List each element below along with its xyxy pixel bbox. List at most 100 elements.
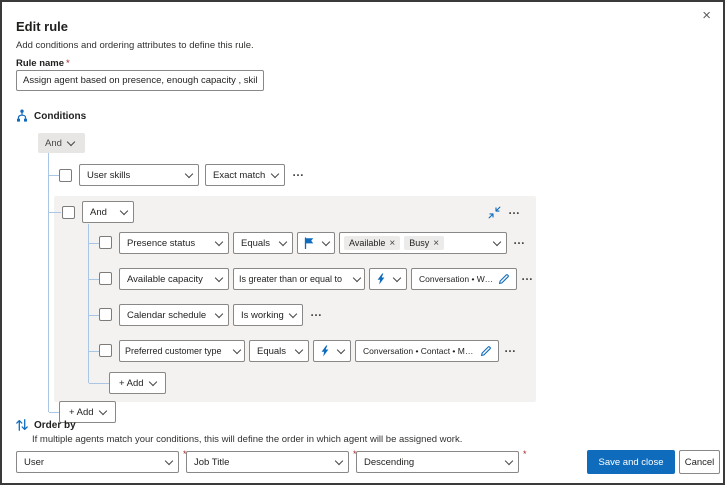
chevron-down-icon bbox=[66, 137, 76, 146]
select-value: Descending bbox=[364, 456, 415, 468]
field-select[interactable]: Available capacity bbox=[119, 268, 229, 290]
collapse-group-icon[interactable] bbox=[488, 206, 501, 219]
dynamic-value-field[interactable]: Conversation • Work Stream • Ca... bbox=[411, 268, 517, 290]
tree-connector-line bbox=[89, 351, 99, 352]
field-select[interactable]: Presence status bbox=[119, 232, 229, 254]
tree-connector-line bbox=[49, 212, 61, 213]
order-by-description: If multiple agents match your conditions… bbox=[32, 434, 463, 445]
rule-name-input[interactable] bbox=[16, 70, 264, 91]
save-and-close-button[interactable]: Save and close bbox=[587, 450, 675, 474]
row-checkbox[interactable] bbox=[59, 169, 72, 182]
value-type-dropdown[interactable] bbox=[297, 232, 335, 254]
select-value: Job Title bbox=[194, 456, 230, 468]
select-value: Available capacity bbox=[127, 273, 203, 285]
field-select[interactable]: Calendar schedule bbox=[119, 304, 229, 326]
more-options-icon[interactable]: … bbox=[508, 204, 521, 216]
operator-select[interactable]: Is greater than or equal to bbox=[233, 268, 365, 290]
chevron-down-icon bbox=[288, 309, 298, 318]
operator-select[interactable]: Is working bbox=[233, 304, 303, 326]
chevron-down-icon bbox=[184, 169, 194, 178]
tree-connector-line bbox=[89, 383, 109, 384]
more-options-icon[interactable]: … bbox=[292, 166, 305, 178]
value-type-dropdown[interactable] bbox=[313, 340, 351, 362]
more-options-icon[interactable]: … bbox=[504, 342, 517, 354]
close-icon[interactable]: × bbox=[702, 8, 711, 23]
order-attribute-select[interactable]: Job Title bbox=[186, 451, 349, 473]
chevron-down-icon bbox=[214, 237, 224, 246]
rule-name-label-text: Rule name bbox=[16, 58, 65, 69]
chevron-down-icon bbox=[504, 456, 514, 465]
value-type-dropdown[interactable] bbox=[369, 268, 407, 290]
chevron-down-icon bbox=[334, 456, 344, 465]
chevron-down-icon bbox=[352, 273, 362, 282]
select-value: And bbox=[90, 206, 107, 218]
tree-connector-line bbox=[48, 153, 49, 412]
select-value: User bbox=[24, 456, 45, 468]
chevron-down-icon bbox=[119, 206, 129, 215]
select-value: Preferred customer type bbox=[125, 346, 222, 356]
chevron-down-icon bbox=[336, 345, 346, 354]
chevron-down-icon bbox=[294, 345, 304, 354]
chevron-down-icon bbox=[278, 237, 288, 246]
select-value: Is working bbox=[241, 309, 284, 321]
order-direction-select[interactable]: Descending bbox=[356, 451, 519, 473]
tree-connector-line bbox=[89, 315, 99, 316]
row-checkbox[interactable] bbox=[99, 236, 112, 249]
selected-tag: Available × bbox=[344, 236, 401, 250]
select-value: Equals bbox=[241, 237, 271, 249]
chevron-down-icon bbox=[492, 237, 502, 246]
row-checkbox[interactable] bbox=[99, 272, 112, 285]
tree-connector-line bbox=[88, 224, 89, 383]
tag-label: Available bbox=[349, 238, 386, 248]
select-value: User skills bbox=[87, 169, 131, 181]
dynamic-value-lightning-icon bbox=[377, 273, 385, 285]
required-marker: * bbox=[66, 58, 70, 69]
group-checkbox[interactable] bbox=[62, 206, 75, 219]
add-button-label: + Add bbox=[119, 377, 144, 389]
order-by-section-label: Order by bbox=[34, 419, 76, 431]
field-select[interactable]: User skills bbox=[79, 164, 199, 186]
select-value: Calendar schedule bbox=[127, 309, 207, 321]
more-options-icon[interactable]: … bbox=[310, 306, 323, 318]
add-condition-button[interactable]: + Add bbox=[109, 372, 166, 394]
select-value: Is greater than or equal to bbox=[239, 274, 343, 284]
chevron-down-icon bbox=[148, 377, 157, 386]
row-checkbox[interactable] bbox=[99, 344, 112, 357]
required-marker: * bbox=[523, 449, 527, 459]
tree-connector-line bbox=[89, 243, 99, 244]
dialog-subtitle: Add conditions and ordering attributes t… bbox=[16, 40, 254, 51]
row-checkbox[interactable] bbox=[99, 308, 112, 321]
order-by-section-header: Order by bbox=[15, 418, 76, 432]
tag-remove-icon[interactable]: × bbox=[389, 238, 395, 248]
field-select[interactable]: Preferred customer type bbox=[119, 340, 245, 362]
chevron-down-icon bbox=[164, 456, 174, 465]
order-attribute-select[interactable]: User bbox=[16, 451, 179, 473]
dynamic-value-text: Conversation • Work Stream • Ca... bbox=[419, 274, 494, 284]
edit-pencil-icon[interactable] bbox=[480, 345, 492, 357]
conditions-icon bbox=[17, 109, 27, 122]
select-value: Equals bbox=[257, 345, 287, 357]
sort-order-icon bbox=[16, 419, 28, 431]
operator-select[interactable]: Equals bbox=[233, 232, 293, 254]
rule-name-label: Rule name * bbox=[16, 58, 70, 69]
group-operator-dropdown[interactable]: And bbox=[82, 201, 134, 223]
value-combobox[interactable]: Available × Busy × bbox=[339, 232, 507, 254]
presence-flag-icon bbox=[304, 237, 313, 249]
tag-remove-icon[interactable]: × bbox=[433, 238, 439, 248]
more-options-icon[interactable]: … bbox=[521, 270, 534, 282]
more-options-icon[interactable]: … bbox=[513, 234, 526, 246]
edit-pencil-icon[interactable] bbox=[498, 273, 510, 285]
chevron-down-icon bbox=[270, 169, 280, 178]
edit-rule-dialog: × Edit rule Add conditions and ordering … bbox=[0, 0, 725, 485]
add-button-label: + Add bbox=[69, 406, 94, 418]
select-value: Presence status bbox=[127, 237, 196, 249]
chevron-down-icon bbox=[214, 273, 224, 282]
operator-select[interactable]: Equals bbox=[249, 340, 309, 362]
tree-connector-line bbox=[49, 412, 59, 413]
root-operator-dropdown[interactable]: And bbox=[38, 133, 85, 153]
cancel-button[interactable]: Cancel bbox=[679, 450, 720, 474]
tag-label: Busy bbox=[409, 238, 430, 248]
chevron-down-icon bbox=[232, 345, 242, 354]
operator-select[interactable]: Exact match bbox=[205, 164, 285, 186]
dynamic-value-field[interactable]: Conversation • Contact • Membe... bbox=[355, 340, 499, 362]
